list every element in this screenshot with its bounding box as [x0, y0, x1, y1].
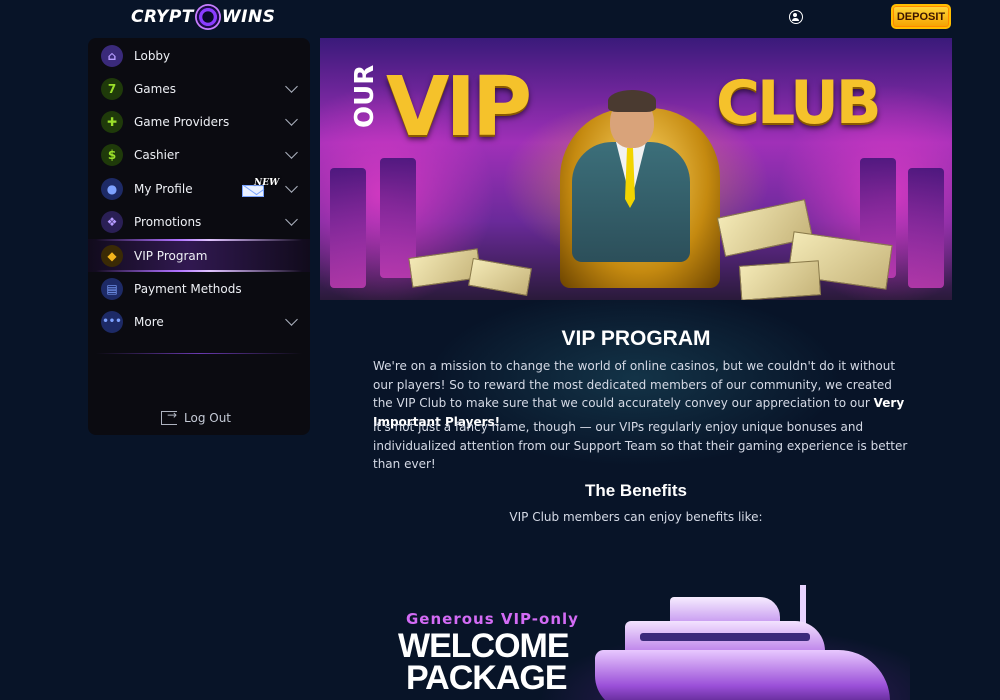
yacht-mast: [800, 585, 806, 625]
logo-swirl-icon: [194, 4, 221, 30]
banner-club-text: CLUB: [716, 68, 882, 138]
sidebar-item-payment-methods[interactable]: ▤ Payment Methods: [88, 272, 310, 305]
seven-icon: 7: [101, 77, 123, 100]
promo-subtitle: Generous VIP-only: [406, 610, 579, 628]
chevron-down-icon: [285, 113, 298, 126]
chevron-down-icon: [285, 313, 298, 326]
wallet-icon: ▤: [101, 277, 123, 300]
sidebar-item-game-providers[interactable]: ✚ Game Providers: [88, 105, 310, 138]
sidebar-item-label: Payment Methods: [134, 281, 242, 296]
promo-title-line2: PACKAGE: [406, 659, 567, 697]
dollar-icon: $: [101, 143, 123, 166]
puzzle-icon: ✚: [101, 110, 123, 133]
sidebar-item-label: Promotions: [134, 214, 202, 229]
welcome-package-card: Generous VIP-only WELCOME PACKAGE: [370, 555, 910, 700]
slot-machine-decoration: [908, 168, 944, 288]
yacht-windows: [640, 633, 810, 641]
logout-label: Log Out: [184, 411, 232, 425]
chevron-down-icon: [285, 146, 298, 159]
sidebar-item-lobby[interactable]: ⌂ Lobby: [88, 39, 310, 72]
sidebar-item-games[interactable]: 7 Games: [88, 72, 310, 105]
yacht-top-deck: [670, 597, 780, 623]
slot-machine-decoration: [330, 168, 366, 288]
top-header: CRYPT WINS DEPOSIT: [0, 0, 1000, 34]
sidebar-item-label: Game Providers: [134, 114, 230, 129]
vip-club-banner: OUR VIP CLUB: [320, 38, 952, 300]
house-icon: ⌂: [101, 44, 123, 67]
chevron-down-icon: [285, 213, 298, 226]
sidebar: ⌂ Lobby 7 Games ✚ Game Providers $ Cashi…: [88, 38, 310, 435]
logout-icon: [161, 408, 177, 425]
sidebar-item-label: Games: [134, 81, 176, 96]
sidebar-item-promotions[interactable]: ❖ Promotions: [88, 205, 310, 238]
benefits-heading: The Benefits: [584, 481, 688, 500]
logo-text-right: WINS: [221, 7, 276, 27]
user-account-icon[interactable]: [789, 10, 803, 24]
more-icon: •••: [101, 310, 123, 333]
yacht-illustration: [595, 650, 890, 700]
sidebar-item-my-profile[interactable]: ● My Profile NEW: [88, 172, 310, 205]
gift-icon: ❖: [101, 210, 123, 233]
deposit-button[interactable]: DEPOSIT: [891, 4, 951, 29]
new-badge: NEW: [242, 178, 280, 198]
sidebar-item-label: Cashier: [134, 147, 180, 162]
page-title: VIP PROGRAM: [561, 327, 711, 350]
sidebar-item-label: Lobby: [134, 48, 171, 63]
logo-text-left: CRYPT: [131, 7, 194, 27]
sidebar-item-label: My Profile: [134, 181, 193, 196]
sidebar-item-label: VIP Program: [134, 248, 208, 263]
benefits-subheading: VIP Club members can enjoy benefits like…: [509, 510, 763, 524]
money-pile: [468, 258, 532, 296]
hair: [608, 90, 656, 112]
logout-button[interactable]: Log Out: [161, 408, 232, 427]
sidebar-item-vip-program[interactable]: ◆ VIP Program: [88, 239, 310, 272]
cryptowins-logo[interactable]: CRYPT WINS: [131, 2, 275, 32]
details-paragraph: It's not just a fancy name, though — our…: [373, 420, 908, 471]
diamond-icon: ◆: [101, 244, 123, 267]
banner-our-text: OUR: [350, 64, 380, 128]
sidebar-item-cashier[interactable]: $ Cashier: [88, 138, 310, 171]
new-badge-text: NEW: [254, 178, 280, 188]
banner-vip-text: VIP: [386, 60, 532, 155]
chevron-down-icon: [285, 180, 298, 193]
chevron-down-icon: [285, 80, 298, 93]
sidebar-divider: [96, 353, 302, 354]
sidebar-item-more[interactable]: ••• More: [88, 305, 310, 338]
intro-text: We're on a mission to change the world o…: [373, 359, 896, 410]
profile-icon: ●: [101, 177, 123, 200]
money-pile: [738, 260, 822, 300]
sidebar-item-label: More: [134, 314, 164, 329]
